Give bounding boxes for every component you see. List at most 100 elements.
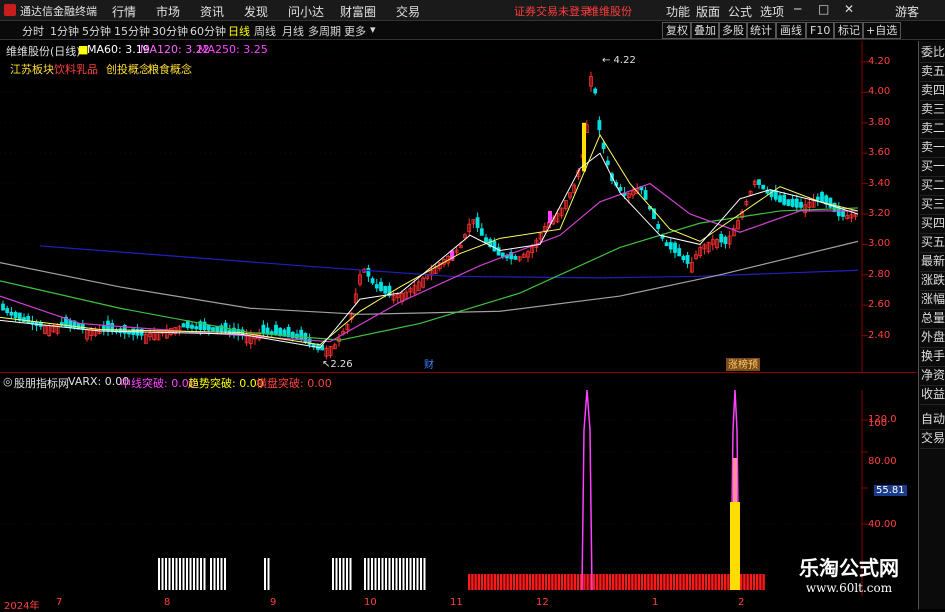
chevron-down-icon[interactable]: ▾: [370, 23, 376, 36]
signal-bar-red: [656, 574, 660, 590]
candle-body: [475, 217, 480, 228]
tab-fenshi[interactable]: 分时: [22, 23, 44, 39]
tab-1min[interactable]: 1分钟: [50, 23, 79, 39]
side-panel-item[interactable]: 最新: [920, 252, 945, 272]
tab-30min[interactable]: 30分钟: [152, 23, 188, 39]
tab-60min[interactable]: 60分钟: [190, 23, 226, 39]
candle-body: [22, 317, 26, 323]
side-panel-item[interactable]: 卖一: [920, 138, 945, 158]
menu-formula[interactable]: 公式: [728, 3, 752, 20]
menu-wealth[interactable]: 财富圈: [340, 3, 376, 20]
menu-market[interactable]: 行情: [112, 3, 136, 20]
date-tick: 7: [56, 597, 63, 608]
side-panel-item[interactable]: 买三: [920, 195, 945, 215]
signal-bar-red: [564, 574, 567, 590]
side-panel-item[interactable]: 委比: [920, 43, 945, 63]
indicator-name[interactable]: 股朋指标网: [14, 375, 69, 391]
side-panel-item[interactable]: 净资: [920, 366, 945, 386]
kline-chart[interactable]: ← 4.22 ↖2.26 财 涨榜预: [0, 41, 918, 373]
price-tick: 2.40: [868, 329, 891, 341]
side-panel-item[interactable]: 卖五: [920, 62, 945, 82]
side-panel-item[interactable]: 外盘: [920, 328, 945, 348]
signal-bar-white: [203, 558, 206, 590]
candle-body: [815, 196, 820, 201]
candle-body: [601, 142, 606, 150]
side-panel-item[interactable]: 自动: [920, 410, 945, 430]
indicator-chart[interactable]: [0, 390, 918, 596]
add-watchlist-button[interactable]: +自选: [862, 22, 902, 39]
period-toolbar: 分时 1分钟 5分钟 15分钟 30分钟 60分钟 日线 周线 月线 多周期 更…: [0, 21, 945, 40]
minimize-icon[interactable]: ─: [794, 2, 801, 16]
signal-bar-red: [567, 574, 570, 590]
menu-options[interactable]: 选项: [760, 3, 784, 20]
f10-button[interactable]: F10: [806, 22, 835, 39]
side-panel-item[interactable]: 买二: [920, 176, 945, 196]
settings-icon[interactable]: ◎: [3, 375, 13, 388]
spike-pink: [733, 458, 737, 502]
price-tick: 3.20: [868, 208, 891, 219]
candle-body: [719, 234, 724, 243]
signal-bar-red: [583, 574, 586, 590]
menu-ask[interactable]: 问小达: [288, 3, 324, 20]
side-panel-item[interactable]: 买五: [920, 233, 945, 253]
side-panel-item[interactable]: 卖三: [920, 100, 945, 120]
close-icon[interactable]: ✕: [844, 2, 854, 16]
side-panel-item[interactable]: 收益: [920, 385, 945, 405]
side-panel-item[interactable]: 交易: [920, 429, 945, 449]
signal-bar-red: [525, 574, 528, 590]
signal-bar-red: [756, 574, 759, 590]
mark-button[interactable]: 标记: [834, 22, 864, 39]
menu-function[interactable]: 功能: [666, 3, 690, 20]
date-tick: 9: [270, 597, 277, 608]
signal-bar-red: [480, 574, 484, 590]
overlay-button[interactable]: 叠加: [690, 22, 720, 39]
side-panel-item[interactable]: 买一: [920, 157, 945, 177]
side-panel-item[interactable]: 买四: [920, 214, 945, 234]
tab-weekly[interactable]: 周线: [254, 23, 276, 39]
high-price-label: ← 4.22: [602, 55, 636, 66]
side-panel-item[interactable]: 涨跌: [920, 271, 945, 291]
signal-bar-red: [660, 574, 663, 590]
signal-bar-red: [692, 574, 695, 590]
date-tick: 2: [738, 597, 745, 608]
side-panel-item[interactable]: 换手: [920, 347, 945, 367]
signal-bar-red: [621, 574, 624, 590]
candle-body: [261, 324, 266, 334]
signal-bar-white: [158, 558, 160, 590]
tab-5min[interactable]: 5分钟: [82, 23, 111, 39]
signal-bar-red: [711, 574, 714, 590]
tab-15min[interactable]: 15分钟: [114, 23, 150, 39]
tab-more[interactable]: 更多: [344, 23, 366, 39]
date-tick: 12: [536, 597, 549, 608]
candle-body: [211, 327, 215, 331]
candle-body: [118, 328, 123, 334]
app-title: 通达信金融终端: [20, 5, 97, 18]
tab-monthly[interactable]: 月线: [282, 23, 304, 39]
menu-trade[interactable]: 交易: [396, 3, 420, 20]
side-panel-item[interactable]: 涨幅: [920, 290, 945, 310]
signal-bar-red: [528, 574, 532, 590]
tab-multi[interactable]: 多周期: [308, 23, 341, 39]
candle-body: [618, 187, 623, 191]
signal-bar-white: [413, 558, 415, 590]
maximize-icon[interactable]: □: [818, 2, 829, 16]
tab-daily[interactable]: 日线: [228, 23, 250, 39]
menu-layout[interactable]: 版面: [696, 3, 720, 20]
drawline-button[interactable]: 画线: [776, 22, 806, 39]
rights-button[interactable]: 复权: [662, 22, 692, 39]
stats-button[interactable]: 统计: [746, 22, 776, 39]
date-tick: 1: [652, 597, 659, 608]
menu-news[interactable]: 资讯: [200, 3, 224, 20]
multi-stock-button[interactable]: 多股: [718, 22, 748, 39]
signal-bar-red: [746, 574, 749, 590]
side-panel-item[interactable]: 卖二: [920, 119, 945, 139]
menu-discover[interactable]: 发现: [244, 3, 268, 20]
side-panel-item[interactable]: 总量: [920, 309, 945, 329]
login-notice[interactable]: 证券交易未登录: [514, 3, 591, 19]
candle-body: [190, 324, 194, 329]
user-label[interactable]: 游客: [895, 3, 919, 20]
signal-bar-white: [416, 558, 419, 590]
signal-bar-red: [496, 574, 500, 590]
menu-bazaar[interactable]: 市场: [156, 3, 180, 20]
side-panel-item[interactable]: 卖四: [920, 81, 945, 101]
